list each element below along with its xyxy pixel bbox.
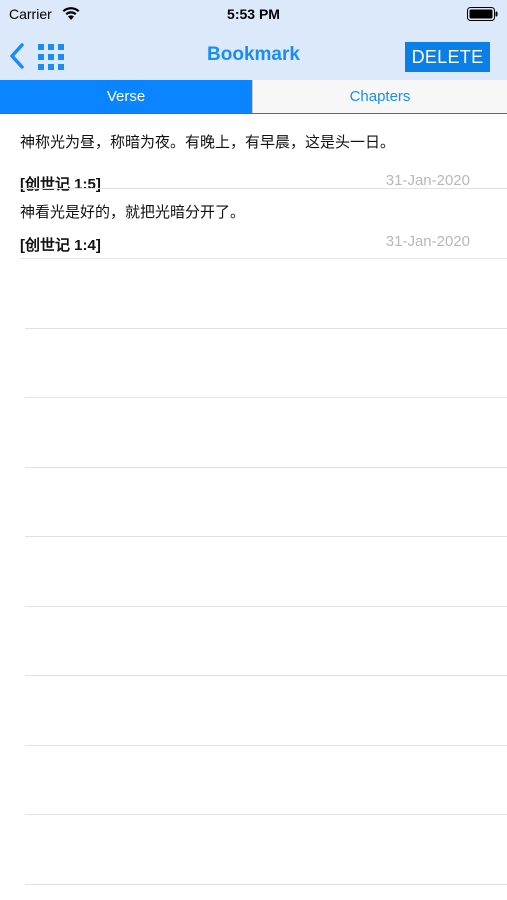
empty-row — [0, 746, 507, 815]
verse-text: 神看光是好的，就把光暗分开了。 — [20, 204, 246, 221]
battery-icon — [467, 7, 498, 21]
empty-row — [0, 815, 507, 885]
navigation-bar: Bookmark DELETE — [0, 28, 507, 80]
empty-row — [0, 259, 507, 329]
bookmark-date: 31-Jan-2020 — [385, 233, 470, 250]
empty-row — [0, 329, 507, 398]
bookmark-date: 31-Jan-2020 — [385, 172, 470, 189]
bookmark-row[interactable]: 神称光为昼，称暗为夜。有晚上，有早晨，这是头一日。 [创世记 1:5] 31-J… — [0, 114, 507, 193]
bookmark-list: 神称光为昼，称暗为夜。有晚上，有早晨，这是头一日。 [创世记 1:5] 31-J… — [0, 114, 507, 885]
empty-row — [0, 398, 507, 468]
empty-row — [0, 676, 507, 746]
empty-row — [0, 468, 507, 537]
verse-reference: [创世记 1:4] — [20, 237, 101, 254]
status-time: 5:53 PM — [227, 6, 280, 22]
delete-button[interactable]: DELETE — [405, 42, 490, 72]
bookmark-row[interactable]: 神看光是好的，就把光暗分开了。 [创世记 1:4] 31-Jan-2020 — [0, 189, 507, 259]
status-bar: Carrier 5:53 PM — [0, 0, 507, 28]
verse-text: 神称光为昼，称暗为夜。有晚上，有早晨，这是头一日。 — [20, 134, 396, 151]
tab-verse[interactable]: Verse — [0, 80, 252, 113]
segmented-tabs: Verse Chapters — [0, 80, 507, 114]
tab-chapters[interactable]: Chapters — [252, 80, 507, 113]
empty-row — [0, 607, 507, 676]
empty-row — [0, 537, 507, 607]
row-divider — [25, 883, 507, 885]
